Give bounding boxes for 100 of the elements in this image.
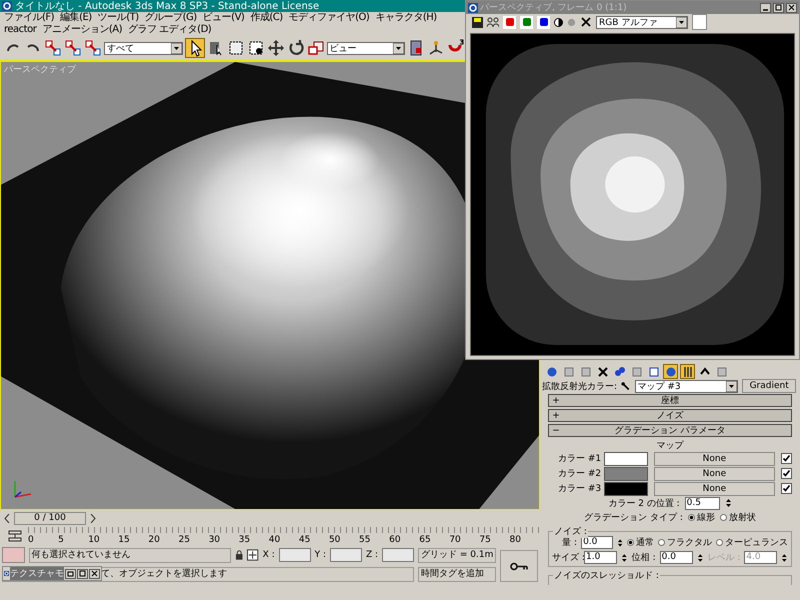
frame-number: 15	[118, 535, 131, 545]
checkbox[interactable]	[781, 483, 792, 494]
frame-number: 70	[449, 535, 462, 545]
x-field[interactable]	[278, 548, 311, 562]
spinner-icon[interactable]	[781, 552, 788, 564]
spinner-icon[interactable]	[696, 552, 704, 564]
menu-item[interactable]: 編集(E)	[60, 12, 92, 24]
z-field[interactable]	[382, 548, 414, 562]
menu-item[interactable]: グラフ エディタ(D)	[128, 24, 212, 36]
dropdown[interactable]: ビュー	[326, 42, 405, 54]
track-bar[interactable]: 0 5 10 15 20 25 30 35 40 45 50 55 60 65 70 75 80	[28, 527, 540, 545]
map-button[interactable]: None	[654, 482, 775, 496]
track-bar-icon[interactable]	[8, 529, 22, 543]
frame-number: 65	[419, 535, 432, 545]
map-button[interactable]: None	[654, 466, 775, 480]
frame-number: 30	[208, 535, 222, 545]
x-label: X :	[262, 550, 275, 560]
color-swatch[interactable]	[604, 466, 648, 480]
rollout-header[interactable]: + 座標	[548, 394, 792, 407]
y-label: Y :	[314, 550, 326, 560]
lock-icon[interactable]	[235, 550, 244, 560]
frame-number: 25	[178, 535, 191, 545]
menu-item[interactable]: アニメーション(A)	[42, 24, 122, 36]
map-name-dropdown[interactable]: マップ #3	[634, 380, 738, 392]
clear-icon[interactable]	[580, 16, 592, 28]
color-swatch[interactable]	[604, 482, 648, 496]
radio-button[interactable]: 放射状	[720, 510, 756, 524]
rollout-header[interactable]: − グラデーション パラメータ	[548, 424, 792, 437]
spinner-icon[interactable]	[621, 552, 628, 564]
map-button[interactable]: None	[654, 452, 775, 466]
app-icon	[2, 1, 12, 11]
key-button[interactable]	[500, 550, 538, 582]
move-icon	[266, 39, 284, 57]
position-field[interactable]: 0.5	[684, 496, 720, 510]
phase-field[interactable]: 0.0	[660, 551, 693, 564]
spinner-icon[interactable]	[616, 536, 623, 548]
next-icon	[90, 514, 96, 522]
time-slider-thumb[interactable]: 0 / 100	[14, 512, 86, 524]
restore-icon[interactable]	[65, 568, 76, 578]
tool-button[interactable]	[286, 38, 304, 58]
menu-item[interactable]: モディファイヤ(O)	[288, 12, 370, 24]
close-icon[interactable]	[786, 2, 797, 12]
minimized-window[interactable]: テクスチャモ	[2, 566, 102, 581]
levels-label: レベル :	[707, 552, 740, 564]
color-swatch[interactable]	[692, 14, 707, 30]
menu-item[interactable]: ツール(T)	[98, 12, 139, 24]
frame-number: 80	[510, 535, 522, 545]
color-label: カラー #3	[558, 483, 598, 495]
save-icon[interactable]	[472, 16, 483, 28]
checkbox[interactable]	[781, 468, 792, 479]
spinner-icon[interactable]	[724, 497, 732, 509]
map-slot-label: 拡散反射光カラー:	[542, 380, 618, 392]
menu-item[interactable]: ファイル(F)	[4, 12, 54, 24]
radio-button[interactable]: ターピュランス	[716, 536, 788, 549]
section-heading: マップ	[656, 439, 685, 451]
frame-number: 10	[88, 535, 101, 545]
radio-button[interactable]: 線形	[688, 510, 715, 524]
gradient-type-label: グラデーション タイプ :	[584, 511, 683, 524]
amount-field[interactable]: 0.0	[581, 536, 613, 549]
select-tool-button[interactable]	[184, 38, 204, 58]
color-swatch[interactable]	[604, 452, 648, 466]
channel-toggle[interactable]	[520, 16, 533, 28]
y-field[interactable]	[330, 548, 362, 562]
maximize-icon[interactable]	[773, 2, 784, 12]
tool-button[interactable]	[266, 38, 284, 58]
radio-button[interactable]: 通常	[627, 536, 654, 549]
position-label: カラー 2 の位置 :	[608, 498, 680, 510]
menu-item[interactable]: 作成(C)	[250, 12, 283, 24]
region-icon	[226, 39, 244, 57]
key-icon	[510, 562, 528, 570]
channel-dropdown[interactable]: RGB アルファ	[596, 16, 688, 28]
size-field[interactable]: 1.0	[584, 551, 618, 564]
material-tool-button[interactable]	[680, 364, 695, 379]
checkbox[interactable]	[781, 453, 792, 464]
rollout-header[interactable]: + ノイズ	[548, 409, 792, 422]
frame-number: 45	[298, 535, 312, 545]
clone-icon[interactable]	[487, 16, 499, 28]
radio-button[interactable]: フラクタル	[658, 536, 712, 549]
dropdown[interactable]: すべて	[104, 42, 182, 54]
absolute-mode-icon[interactable]	[247, 549, 259, 561]
add-time-tag[interactable]: 時間タグを追加	[418, 566, 496, 582]
axis-icon	[427, 39, 445, 57]
crossing-icon	[246, 39, 264, 57]
eyedropper-icon[interactable]	[621, 380, 631, 392]
menu-item[interactable]: ビュー(V)	[202, 12, 244, 24]
menu-item[interactable]: reactor	[4, 24, 36, 36]
map-type-button[interactable]: Gradient	[742, 379, 796, 393]
maximize-icon[interactable]	[77, 568, 88, 578]
caret-icon	[676, 16, 687, 28]
close-icon[interactable]	[89, 568, 100, 578]
monochrome-icon[interactable]	[554, 18, 563, 26]
menu-item[interactable]: グループ(G)	[144, 12, 197, 24]
color-label: カラー #1	[558, 453, 598, 465]
channel-toggle[interactable]	[503, 16, 516, 28]
menu-item[interactable]: キャラクタ(H)	[375, 12, 437, 24]
channel-toggle[interactable]	[537, 16, 550, 28]
frame-number: 60	[389, 535, 402, 545]
caret-icon	[170, 42, 182, 54]
minimize-icon[interactable]	[760, 2, 771, 12]
scale-icon	[306, 39, 324, 57]
